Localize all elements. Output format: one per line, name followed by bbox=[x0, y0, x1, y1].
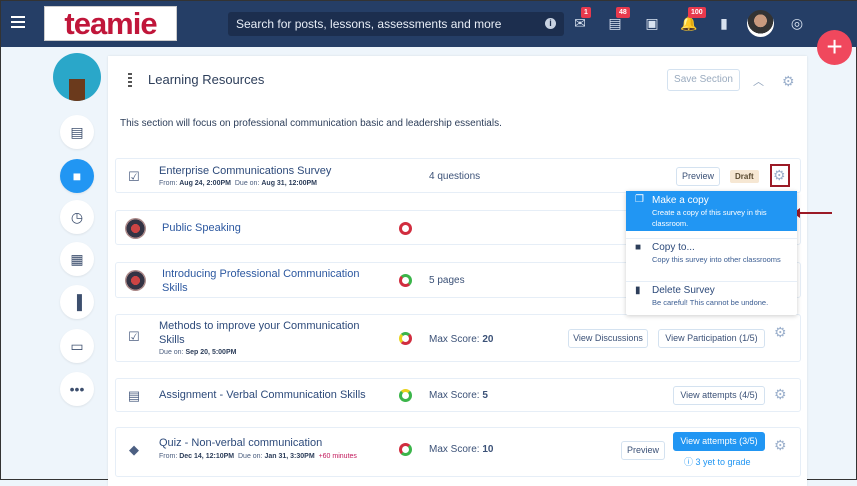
badge: 100 bbox=[688, 7, 706, 18]
copy-to-menu-item[interactable]: ■ Copy to... Copy this survey into other c… bbox=[626, 238, 797, 276]
list-item[interactable]: ▤ Assignment - Verbal Communication Skil… bbox=[115, 378, 801, 412]
discussion-icon: ☑ bbox=[128, 329, 140, 344]
assignment-icon: ▤ bbox=[127, 388, 141, 403]
thumbnail bbox=[125, 270, 146, 291]
badge: 1 bbox=[581, 7, 591, 18]
item-info: 5 pages bbox=[429, 275, 465, 286]
view-attempts-button[interactable]: View attempts (4/5) bbox=[673, 386, 765, 405]
item-title[interactable]: Methods to improve your Communication Sk… bbox=[159, 319, 379, 347]
avatar[interactable] bbox=[747, 10, 774, 37]
dashboard-icon[interactable]: ▦ bbox=[60, 242, 94, 276]
logo[interactable]: teamie bbox=[44, 6, 177, 41]
list-item[interactable]: ☑ Methods to improve your Communication … bbox=[115, 314, 801, 362]
document-icon[interactable]: ▮ bbox=[717, 15, 731, 31]
section-title: Learning Resources bbox=[148, 72, 265, 87]
save-section-button[interactable]: Save Section bbox=[667, 69, 740, 91]
search-placeholder: Search for posts, lessons, assessments a… bbox=[236, 17, 502, 31]
item-title[interactable]: Enterprise Communications Survey bbox=[159, 165, 331, 177]
info-icon[interactable]: i bbox=[545, 18, 556, 29]
max-score: Max Score: 10 bbox=[429, 444, 494, 455]
schedule-icon[interactable]: ◷ bbox=[60, 200, 94, 234]
settings-dropdown: ❐ Make a copy Create a copy of this survey… bbox=[626, 191, 797, 315]
item-dates: Due on: Sep 20, 5:00PM bbox=[159, 349, 237, 356]
monitor-icon[interactable]: ▭ bbox=[60, 329, 94, 363]
item-dates: From: Dec 14, 12:10PM Due on: Jan 31, 3:… bbox=[159, 453, 357, 460]
drag-handle-icon[interactable] bbox=[128, 73, 132, 87]
make-copy-menu-item[interactable]: ❐ Make a copy Create a copy of this survey… bbox=[626, 191, 797, 231]
view-discussions-button[interactable]: View Discussions bbox=[568, 329, 648, 348]
preview-button[interactable]: Preview bbox=[676, 167, 720, 186]
trash-icon: ▮ bbox=[635, 285, 641, 296]
collapse-icon[interactable]: ︿ bbox=[753, 73, 764, 89]
gear-icon[interactable]: ⚙ bbox=[773, 167, 786, 184]
add-button[interactable]: + bbox=[817, 30, 852, 65]
gear-icon[interactable]: ⚙ bbox=[774, 437, 787, 454]
progress-ring bbox=[399, 332, 412, 345]
top-bar: teamie Search for posts, lessons, assess… bbox=[1, 1, 857, 47]
copy-icon: ❐ bbox=[635, 194, 644, 205]
bell-icon[interactable]: 🔔 100 bbox=[680, 7, 706, 31]
folder-icon[interactable]: ■ bbox=[60, 159, 94, 193]
annotation-arrow bbox=[793, 208, 832, 218]
view-participation-button[interactable]: View Participation (1/5) bbox=[658, 329, 765, 348]
item-dates: From: Aug 24, 2:00PM Due on: Aug 31, 12:… bbox=[159, 180, 317, 187]
preview-button[interactable]: Preview bbox=[621, 441, 665, 460]
classroom-avatar[interactable] bbox=[53, 53, 101, 101]
item-title[interactable]: Assignment - Verbal Communication Skills bbox=[159, 389, 366, 401]
list-item[interactable]: ◆ Quiz - Non-verbal communication From: … bbox=[115, 427, 801, 477]
section-description: This section will focus on professional … bbox=[120, 118, 502, 129]
progress-ring bbox=[399, 274, 412, 287]
status-badge: Draft bbox=[730, 170, 759, 183]
help-icon[interactable]: ◎ bbox=[790, 15, 804, 31]
more-icon[interactable]: ••• bbox=[60, 372, 94, 406]
view-attempts-button[interactable]: View attempts (3/5) bbox=[673, 432, 765, 451]
gear-icon[interactable]: ⚙ bbox=[774, 324, 787, 341]
list-item[interactable]: ☑ Enterprise Communications Survey From:… bbox=[115, 158, 801, 193]
to-grade-link[interactable]: ⓘ 3 yet to grade bbox=[684, 455, 751, 468]
thumbnail bbox=[125, 218, 146, 239]
max-score: Max Score: 20 bbox=[429, 334, 494, 345]
folder-icon: ■ bbox=[635, 242, 642, 253]
survey-icon: ☑ bbox=[128, 169, 140, 184]
progress-ring bbox=[399, 443, 412, 456]
chart-icon[interactable]: ▐ bbox=[60, 285, 94, 319]
delete-survey-menu-item[interactable]: ▮ Delete Survey Be careful! This cannot be… bbox=[626, 281, 797, 311]
item-title[interactable]: Quiz - Non-verbal communication bbox=[159, 437, 322, 449]
progress-ring bbox=[399, 222, 412, 235]
calendar-icon[interactable]: ▣ bbox=[645, 15, 659, 31]
badge: 48 bbox=[616, 7, 630, 18]
item-title[interactable]: Public Speaking bbox=[162, 222, 241, 234]
item-title[interactable]: Introducing Professional Communication S… bbox=[162, 267, 372, 295]
progress-ring bbox=[399, 389, 412, 402]
gear-icon[interactable]: ⚙ bbox=[774, 386, 787, 403]
search-input[interactable]: Search for posts, lessons, assessments a… bbox=[228, 12, 564, 36]
menu-icon[interactable] bbox=[11, 16, 25, 28]
gear-icon[interactable]: ⚙ bbox=[782, 73, 795, 90]
quiz-icon: ◆ bbox=[129, 442, 139, 457]
chat-icon[interactable]: ▤ bbox=[60, 115, 94, 149]
max-score: Max Score: 5 bbox=[429, 390, 488, 401]
item-info: 4 questions bbox=[429, 171, 481, 182]
mail-icon[interactable]: ✉ 1 bbox=[573, 7, 591, 31]
posts-icon[interactable]: ▤ 48 bbox=[608, 7, 630, 31]
